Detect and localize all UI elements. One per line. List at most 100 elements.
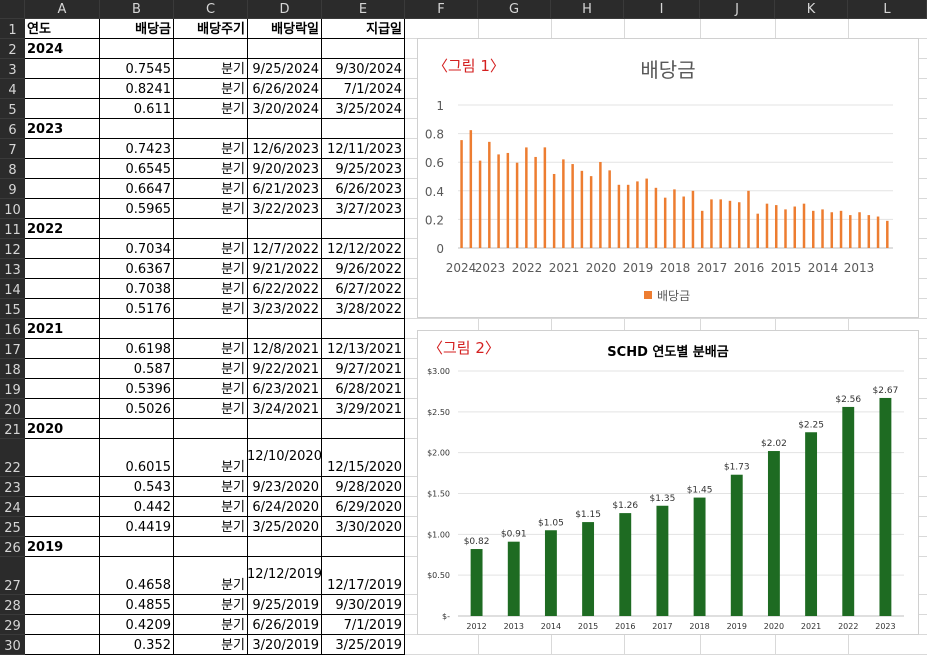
cell-c14[interactable]: 분기 [174,279,248,299]
cell-e18[interactable]: 9/27/2021 [322,359,405,379]
cell-b9[interactable]: 0.6647 [100,179,174,199]
column-header-l[interactable]: L [848,0,927,19]
row-header-6[interactable]: 6 [0,119,25,139]
row-header-1[interactable]: 1 [0,19,25,39]
cell-c1[interactable]: 배당주기 [174,19,248,39]
cell-a10[interactable] [25,199,100,219]
row-header-19[interactable]: 19 [0,379,25,399]
cell-b2[interactable] [100,39,174,59]
row-header-9[interactable]: 9 [0,179,25,199]
cell-b24[interactable]: 0.442 [100,497,174,517]
row-header-30[interactable]: 30 [0,635,25,655]
cell-a30[interactable] [25,635,100,655]
cell-a25[interactable] [25,517,100,537]
cell-e14[interactable]: 6/27/2022 [322,279,405,299]
cell-a16[interactable]: 2021 [25,319,100,339]
cell-a22[interactable] [25,439,100,477]
cell-c4[interactable]: 분기 [174,79,248,99]
row-header-29[interactable]: 29 [0,615,25,635]
row-header-16[interactable]: 16 [0,319,25,339]
cell-c2[interactable] [174,39,248,59]
cell-b28[interactable]: 0.4855 [100,595,174,615]
cell-e22[interactable]: 12/15/2020 [322,439,405,477]
row-header-25[interactable]: 25 [0,517,25,537]
cell-a14[interactable] [25,279,100,299]
cell-d9[interactable]: 6/21/2023 [248,179,322,199]
cell-c3[interactable]: 분기 [174,59,248,79]
cell-b27[interactable]: 0.4658 [100,557,174,595]
row-header-21[interactable]: 21 [0,419,25,439]
cell-a27[interactable] [25,557,100,595]
cell-c29[interactable]: 분기 [174,615,248,635]
cell-e15[interactable]: 3/28/2022 [322,299,405,319]
cell-d10[interactable]: 3/22/2023 [248,199,322,219]
cell-e7[interactable]: 12/11/2023 [322,139,405,159]
cell-e1[interactable]: 지급일 [322,19,405,39]
column-header-e[interactable]: E [322,0,405,19]
cell-c23[interactable]: 분기 [174,477,248,497]
cell-e12[interactable]: 12/12/2022 [322,239,405,259]
column-header-c[interactable]: C [174,0,248,19]
row-header-7[interactable]: 7 [0,139,25,159]
cell-b20[interactable]: 0.5026 [100,399,174,419]
cell-a18[interactable] [25,359,100,379]
cell-c21[interactable] [174,419,248,439]
cell-d27[interactable]: 12/12/2019 [248,557,322,595]
cell-e16[interactable] [322,319,405,339]
column-header-b[interactable]: B [100,0,174,19]
row-header-23[interactable]: 23 [0,477,25,497]
cell-c24[interactable]: 분기 [174,497,248,517]
cell-b5[interactable]: 0.611 [100,99,174,119]
cell-e29[interactable]: 7/1/2019 [322,615,405,635]
cell-c5[interactable]: 분기 [174,99,248,119]
cell-e13[interactable]: 9/26/2022 [322,259,405,279]
cell-c9[interactable]: 분기 [174,179,248,199]
cell-c7[interactable]: 분기 [174,139,248,159]
cell-b29[interactable]: 0.4209 [100,615,174,635]
row-header-3[interactable]: 3 [0,59,25,79]
cell-c16[interactable] [174,319,248,339]
cell-a2[interactable]: 2024 [25,39,100,59]
cell-d4[interactable]: 6/26/2024 [248,79,322,99]
cell-a20[interactable] [25,399,100,419]
cell-c11[interactable] [174,219,248,239]
cell-d25[interactable]: 3/25/2020 [248,517,322,537]
row-header-27[interactable]: 27 [0,557,25,595]
cell-d26[interactable] [248,537,322,557]
cell-b7[interactable]: 0.7423 [100,139,174,159]
cell-a8[interactable] [25,159,100,179]
cell-d2[interactable] [248,39,322,59]
cell-e20[interactable]: 3/29/2021 [322,399,405,419]
cell-d23[interactable]: 9/23/2020 [248,477,322,497]
cell-b21[interactable] [100,419,174,439]
row-header-11[interactable]: 11 [0,219,25,239]
column-header-h[interactable]: H [551,0,624,19]
row-header-13[interactable]: 13 [0,259,25,279]
cell-d18[interactable]: 9/22/2021 [248,359,322,379]
cell-c30[interactable]: 분기 [174,635,248,655]
row-header-15[interactable]: 15 [0,299,25,319]
cell-a6[interactable]: 2023 [25,119,100,139]
cell-d12[interactable]: 12/7/2022 [248,239,322,259]
cell-c15[interactable]: 분기 [174,299,248,319]
cell-b10[interactable]: 0.5965 [100,199,174,219]
cell-a29[interactable] [25,615,100,635]
cell-c18[interactable]: 분기 [174,359,248,379]
cell-a11[interactable]: 2022 [25,219,100,239]
cell-b23[interactable]: 0.543 [100,477,174,497]
cell-e21[interactable] [322,419,405,439]
cell-b4[interactable]: 0.8241 [100,79,174,99]
cell-b14[interactable]: 0.7038 [100,279,174,299]
cell-e10[interactable]: 3/27/2023 [322,199,405,219]
cell-d3[interactable]: 9/25/2024 [248,59,322,79]
cell-b25[interactable]: 0.4419 [100,517,174,537]
column-header-i[interactable]: I [624,0,700,19]
cell-d24[interactable]: 6/24/2020 [248,497,322,517]
cell-b30[interactable]: 0.352 [100,635,174,655]
cell-d15[interactable]: 3/23/2022 [248,299,322,319]
cell-d14[interactable]: 6/22/2022 [248,279,322,299]
chart-2[interactable]: 〈그림 2〉 SCHD 연도별 분배금 $- $0.50 $1.00 $1.50 $2.00… [417,330,919,635]
cell-b26[interactable] [100,537,174,557]
cell-c8[interactable]: 분기 [174,159,248,179]
cell-c6[interactable] [174,119,248,139]
